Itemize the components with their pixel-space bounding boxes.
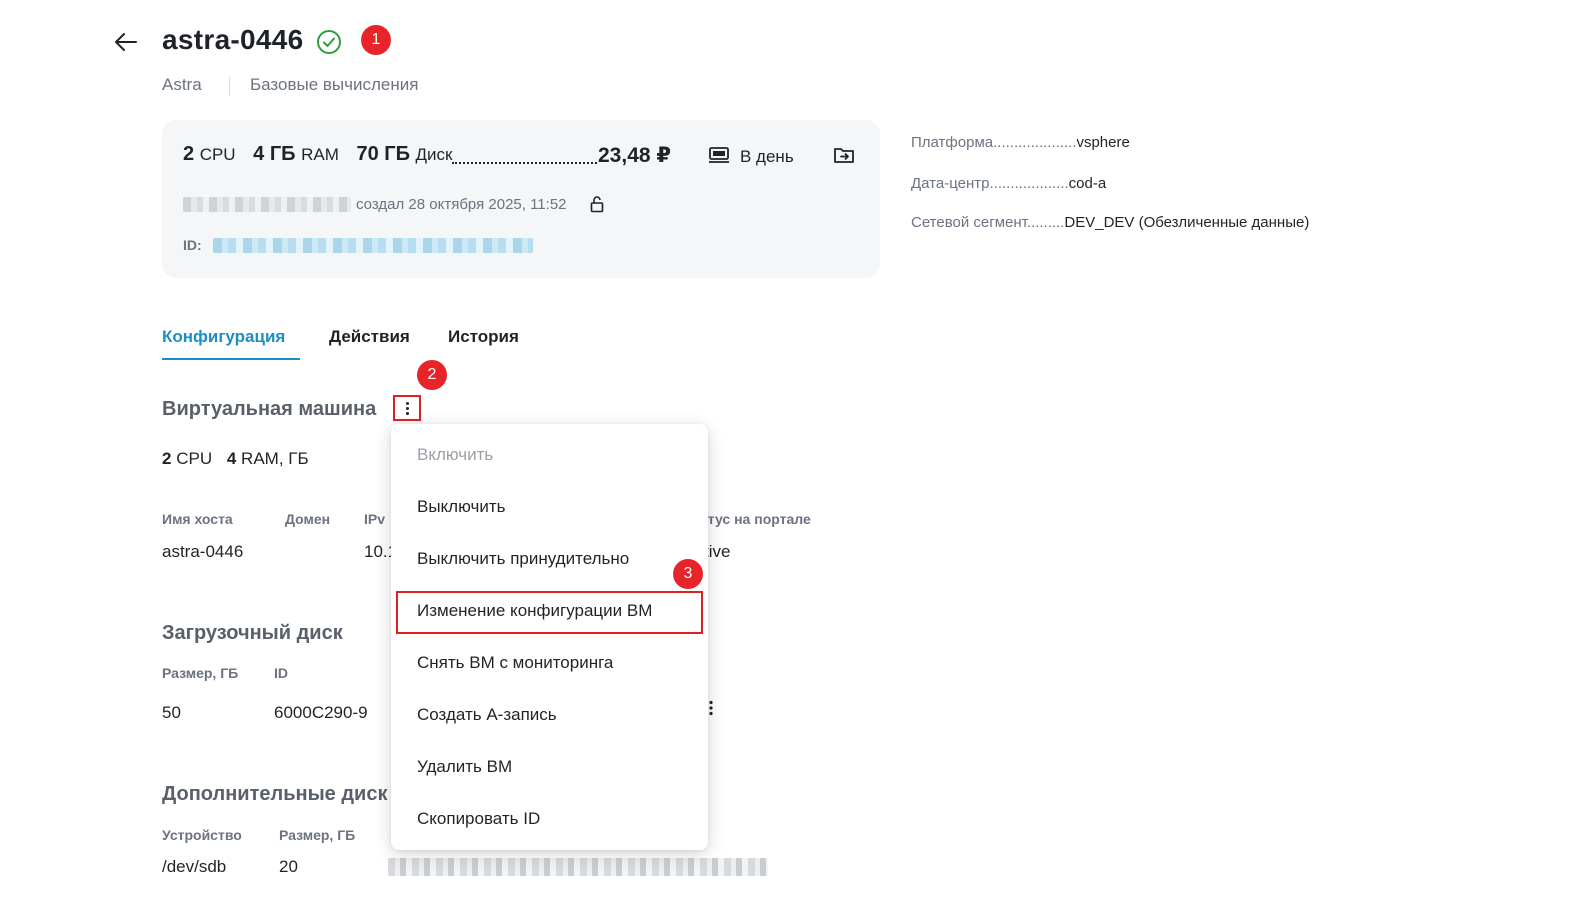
boot-disk-id: 6000C290-9 [274, 703, 368, 722]
col-header-hostname: Имя хоста [162, 511, 233, 527]
tab-history[interactable]: История [448, 327, 519, 347]
created-info: создал 28 октября 2025, 11:52 [356, 196, 567, 213]
meta-datacenter-value: cod-a [1068, 175, 1107, 192]
summary-disk-value: 70 ГБ [356, 143, 410, 165]
check-circle-icon [316, 29, 342, 55]
author-redacted [183, 197, 351, 212]
price-period[interactable]: В день [740, 147, 794, 167]
id-redacted [213, 238, 533, 253]
lock-open-icon [590, 195, 604, 213]
vm-actions-kebab-button[interactable] [393, 395, 421, 421]
menu-item-force-power-off[interactable]: Выключить принудительно [417, 549, 629, 569]
summary-specs: 2 CPU 4 ГБ RAM 70 ГБ Диск [183, 143, 453, 166]
menu-item-create-a-record[interactable]: Создать А-запись [417, 705, 557, 725]
col-header-device: Устройство [162, 827, 242, 843]
vm-ram-unit: RAM, ГБ [241, 449, 309, 468]
extra-disk-id-redacted [388, 858, 768, 876]
col-header-id: ID [274, 665, 288, 681]
page-title: astra-0446 [162, 24, 304, 55]
boot-disk-kebab-icon[interactable] [708, 700, 714, 716]
vm-specs: 2 CPU 4 RAM, ГБ [162, 449, 309, 469]
section-title-extra-disks: Дополнительные диск [162, 783, 388, 805]
meta-datacenter-leader: ................... [989, 175, 1069, 192]
tab-configuration[interactable]: Конфигурация [162, 327, 285, 347]
meta-platform-leader: .................... [993, 134, 1077, 151]
menu-item-remove-monitoring[interactable]: Снять ВМ с мониторинга [417, 653, 613, 673]
annotation-marker-1: 1 [361, 25, 391, 55]
vm-cpu-value: 2 [162, 449, 172, 468]
vm-hostname: astra-0446 [162, 542, 244, 561]
meta-platform-label: Платформа [911, 134, 994, 151]
price-value: 23,48 ₽ [598, 144, 671, 167]
annotation-highlight-box [396, 591, 703, 634]
meta-datacenter-label: Дата-центр [911, 175, 990, 192]
col-header-domain: Домен [285, 511, 331, 527]
meta-network-value: DEV_DEV (Обезличенные данные) [1064, 214, 1310, 231]
breadcrumb-item-astra[interactable]: Astra [162, 75, 202, 95]
summary-ram-unit: RAM [301, 145, 339, 164]
breadcrumb-separator [229, 76, 230, 96]
section-title-vm: Виртуальная машина [162, 398, 377, 420]
menu-item-copy-id[interactable]: Скопировать ID [417, 809, 540, 829]
col-header-portal-status: атус на портале [700, 511, 811, 527]
meta-datacenter: Дата-центр...................cod-a [911, 175, 1106, 192]
tab-actions[interactable]: Действия [329, 327, 410, 347]
meta-platform-value: vsphere [1076, 134, 1130, 151]
section-title-boot-disk: Загрузочный диск [162, 622, 343, 644]
calculator-icon[interactable] [708, 145, 730, 165]
boot-disk-size: 50 [162, 703, 181, 722]
meta-platform: Платформа....................vsphere [911, 134, 1130, 151]
folder-export-icon[interactable] [833, 145, 855, 165]
summary-ram-value: 4 ГБ [253, 143, 296, 165]
annotation-marker-2: 2 [417, 360, 447, 390]
summary-cpu-unit: CPU [199, 145, 236, 164]
menu-item-power-on: Включить [417, 445, 494, 464]
summary-disk-unit: Диск [415, 145, 453, 164]
col-header-extra-size: Размер, ГБ [279, 827, 356, 843]
meta-network-label: Сетевой сегмент [911, 214, 1027, 231]
kebab-icon [405, 401, 409, 416]
breadcrumb-item-compute[interactable]: Базовые вычисления [250, 75, 418, 95]
vm-actions-menu: Включить Выключить Выключить принудитель… [391, 424, 708, 850]
meta-network-leader: ......... [1026, 214, 1065, 231]
summary-cpu-value: 2 [183, 143, 195, 165]
vm-ram-value: 4 [226, 449, 237, 468]
menu-item-power-off[interactable]: Выключить [417, 497, 505, 517]
active-tab-indicator [162, 358, 300, 360]
col-header-size: Размер, ГБ [162, 665, 239, 681]
meta-network: Сетевой сегмент.........DEV_DEV (Обезлич… [911, 214, 1309, 231]
col-header-ip: IPv [364, 511, 386, 527]
price-leader [452, 162, 597, 164]
id-label: ID: [183, 237, 202, 253]
back-arrow-icon[interactable] [112, 28, 140, 56]
vm-cpu-unit: CPU [176, 449, 213, 468]
annotation-marker-3: 3 [673, 559, 703, 589]
extra-disk-size: 20 [279, 857, 298, 876]
extra-disk-device: /dev/sdb [162, 857, 227, 876]
menu-item-delete-vm[interactable]: Удалить ВМ [417, 757, 512, 777]
